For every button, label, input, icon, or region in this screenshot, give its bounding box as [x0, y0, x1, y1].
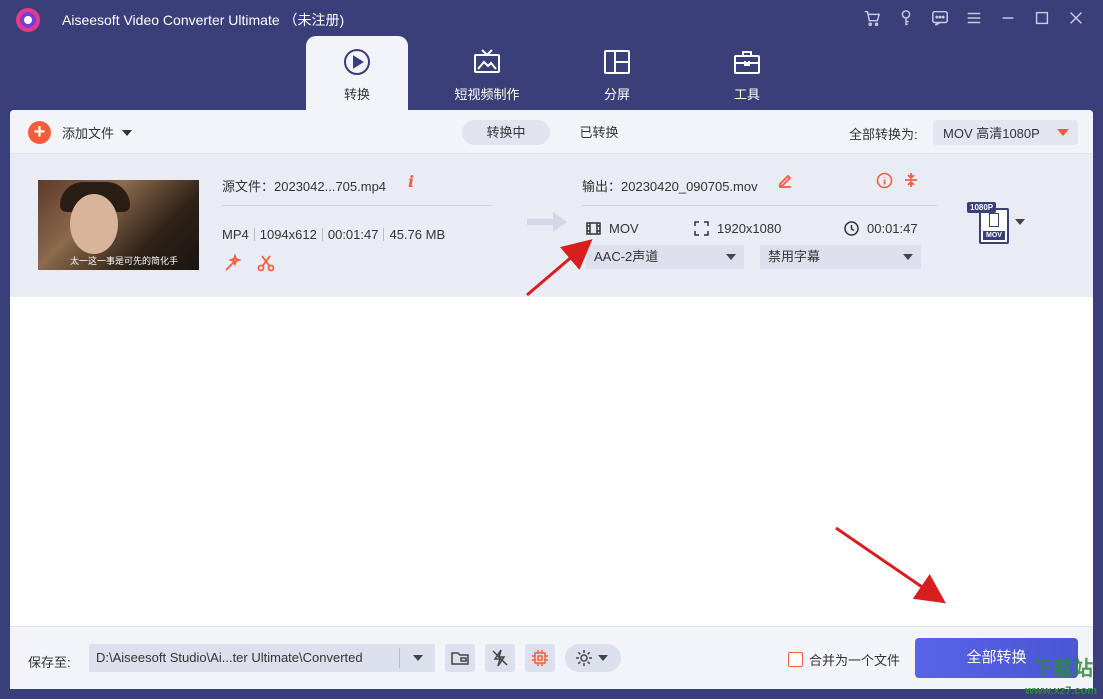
chevron-down-icon	[413, 655, 423, 661]
folder-icon	[451, 652, 469, 665]
film-icon	[586, 222, 601, 235]
tab-label: 分屏	[603, 87, 630, 102]
toolbox-icon	[731, 46, 763, 78]
tab-label: 转换	[343, 87, 370, 102]
app-logo-icon	[14, 6, 42, 34]
key-icon[interactable]	[895, 7, 917, 29]
split-screen-icon	[601, 46, 633, 78]
lightning-off-icon	[492, 649, 508, 667]
output-file-name: 输出：20230420_090705.mov	[582, 179, 758, 194]
expand-icon	[694, 221, 709, 236]
tab-label: 工具	[733, 87, 760, 102]
add-file-label: 添加文件	[62, 126, 115, 141]
watermark: www.xz7.com	[1025, 685, 1097, 697]
save-path-value: D:\Aiseesoft Studio\Ai...ter Ultimate\Co…	[96, 650, 363, 665]
output-format-value: MOV 高清1080P	[943, 126, 1040, 141]
output-format-select[interactable]: MOV 高清1080P	[933, 120, 1078, 145]
tab-split-screen[interactable]: 分屏	[566, 36, 668, 110]
chevron-down-icon	[903, 254, 913, 260]
gear-icon	[576, 650, 592, 666]
thumbnail-subtitle: 太一这一事是可先的简化手	[70, 256, 179, 266]
chevron-down-icon	[598, 655, 608, 661]
tv-icon	[471, 46, 503, 78]
feedback-icon[interactable]	[929, 7, 951, 29]
maximize-icon[interactable]	[1031, 7, 1053, 29]
badge-quality: 1080P	[967, 202, 997, 213]
open-folder-button[interactable]	[445, 644, 475, 672]
divider	[222, 205, 492, 206]
source-format: MP4	[222, 227, 249, 242]
hardware-acceleration-off-button[interactable]	[485, 644, 515, 672]
output-format: MOV	[586, 221, 639, 236]
source-resolution: 1094x612	[259, 227, 317, 242]
subtitle-value: 禁用字幕	[768, 249, 821, 264]
source-duration: 00:01:47	[327, 227, 379, 242]
source-meta: MP4 1094x612 00:01:47 45.76 MB	[222, 227, 445, 242]
chevron-down-icon	[1057, 129, 1069, 136]
output-duration: 00:01:47	[844, 221, 918, 236]
output-duration-value: 00:01:47	[867, 221, 918, 236]
toolbar: + 添加文件 转换中 已转换 全部转换为: MOV 高清1080P	[10, 110, 1093, 154]
edit-icon[interactable]	[777, 172, 795, 190]
enhance-icon[interactable]	[223, 253, 245, 275]
cut-icon[interactable]	[256, 253, 278, 275]
chip-icon	[532, 650, 548, 666]
tab-converting[interactable]: 转换中	[462, 120, 550, 145]
arrow-right-icon	[527, 211, 567, 233]
video-thumbnail[interactable]: 太一这一事是可先的简化手	[38, 180, 199, 270]
audio-track-select[interactable]: AAC-2声道	[586, 245, 744, 269]
close-icon[interactable]	[1065, 7, 1087, 29]
tab-converted[interactable]: 已转换	[570, 120, 628, 145]
convert-icon	[341, 46, 373, 78]
tab-convert[interactable]: 转换	[306, 36, 408, 110]
divider	[582, 205, 937, 206]
chevron-down-icon[interactable]	[122, 129, 133, 136]
merge-label: 合并为一个文件	[809, 653, 901, 668]
source-size: 45.76 MB	[389, 227, 446, 242]
app-title: Aiseesoft Video Converter Ultimate （未注册)	[62, 12, 345, 28]
output-resolution-value: 1920x1080	[717, 221, 782, 236]
compress-icon[interactable]	[903, 172, 921, 190]
audio-track-value: AAC-2声道	[594, 249, 659, 264]
main-tabs: 转换 短视频制作 分屏 工具	[0, 36, 1103, 110]
file-row: 太一这一事是可先的简化手 源文件：2023042...705.mp4 i MP4…	[10, 154, 1093, 297]
output-format-badge-icon[interactable]: MOV 1080P	[967, 202, 1011, 244]
chevron-down-icon	[726, 254, 736, 260]
source-file-name: 源文件：2023042...705.mp4	[222, 179, 387, 194]
merge-checkbox[interactable]: 合并为一个文件	[788, 650, 900, 669]
save-path-select[interactable]: D:\Aiseesoft Studio\Ai...ter Ultimate\Co…	[89, 644, 435, 672]
badge-format: MOV	[983, 231, 1005, 240]
checkbox[interactable]	[788, 652, 803, 667]
save-to-label: 保存至:	[28, 655, 71, 670]
bottom-bar: 保存至: D:\Aiseesoft Studio\Ai...ter Ultima…	[10, 626, 1093, 689]
gpu-on-button[interactable]	[525, 644, 555, 672]
info-icon[interactable]: i	[408, 172, 414, 191]
convert-all-to-label: 全部转换为:	[849, 127, 918, 142]
add-file-button[interactable]: + 添加文件	[28, 121, 133, 144]
output-format-value: MOV	[609, 221, 639, 236]
clock-icon	[844, 221, 859, 236]
plus-icon: +	[28, 121, 51, 144]
cart-icon[interactable]	[861, 7, 883, 29]
main-panel: + 添加文件 转换中 已转换 全部转换为: MOV 高清1080P 太一这一事是…	[10, 110, 1093, 689]
menu-icon[interactable]	[963, 7, 985, 29]
minimize-icon[interactable]	[997, 7, 1019, 29]
watermark-logo: 下载站	[1033, 658, 1093, 680]
chevron-down-icon[interactable]	[1015, 219, 1025, 225]
tab-tools[interactable]: 工具	[696, 36, 798, 110]
tab-label: 短视频制作	[454, 87, 520, 102]
settings-button[interactable]	[565, 644, 621, 672]
output-info-icon[interactable]	[876, 172, 894, 190]
title-bar: Aiseesoft Video Converter Ultimate （未注册)	[0, 0, 1103, 38]
tab-short-video[interactable]: 短视频制作	[436, 36, 538, 110]
subtitle-select[interactable]: 禁用字幕	[760, 245, 921, 269]
output-resolution: 1920x1080	[694, 221, 781, 236]
